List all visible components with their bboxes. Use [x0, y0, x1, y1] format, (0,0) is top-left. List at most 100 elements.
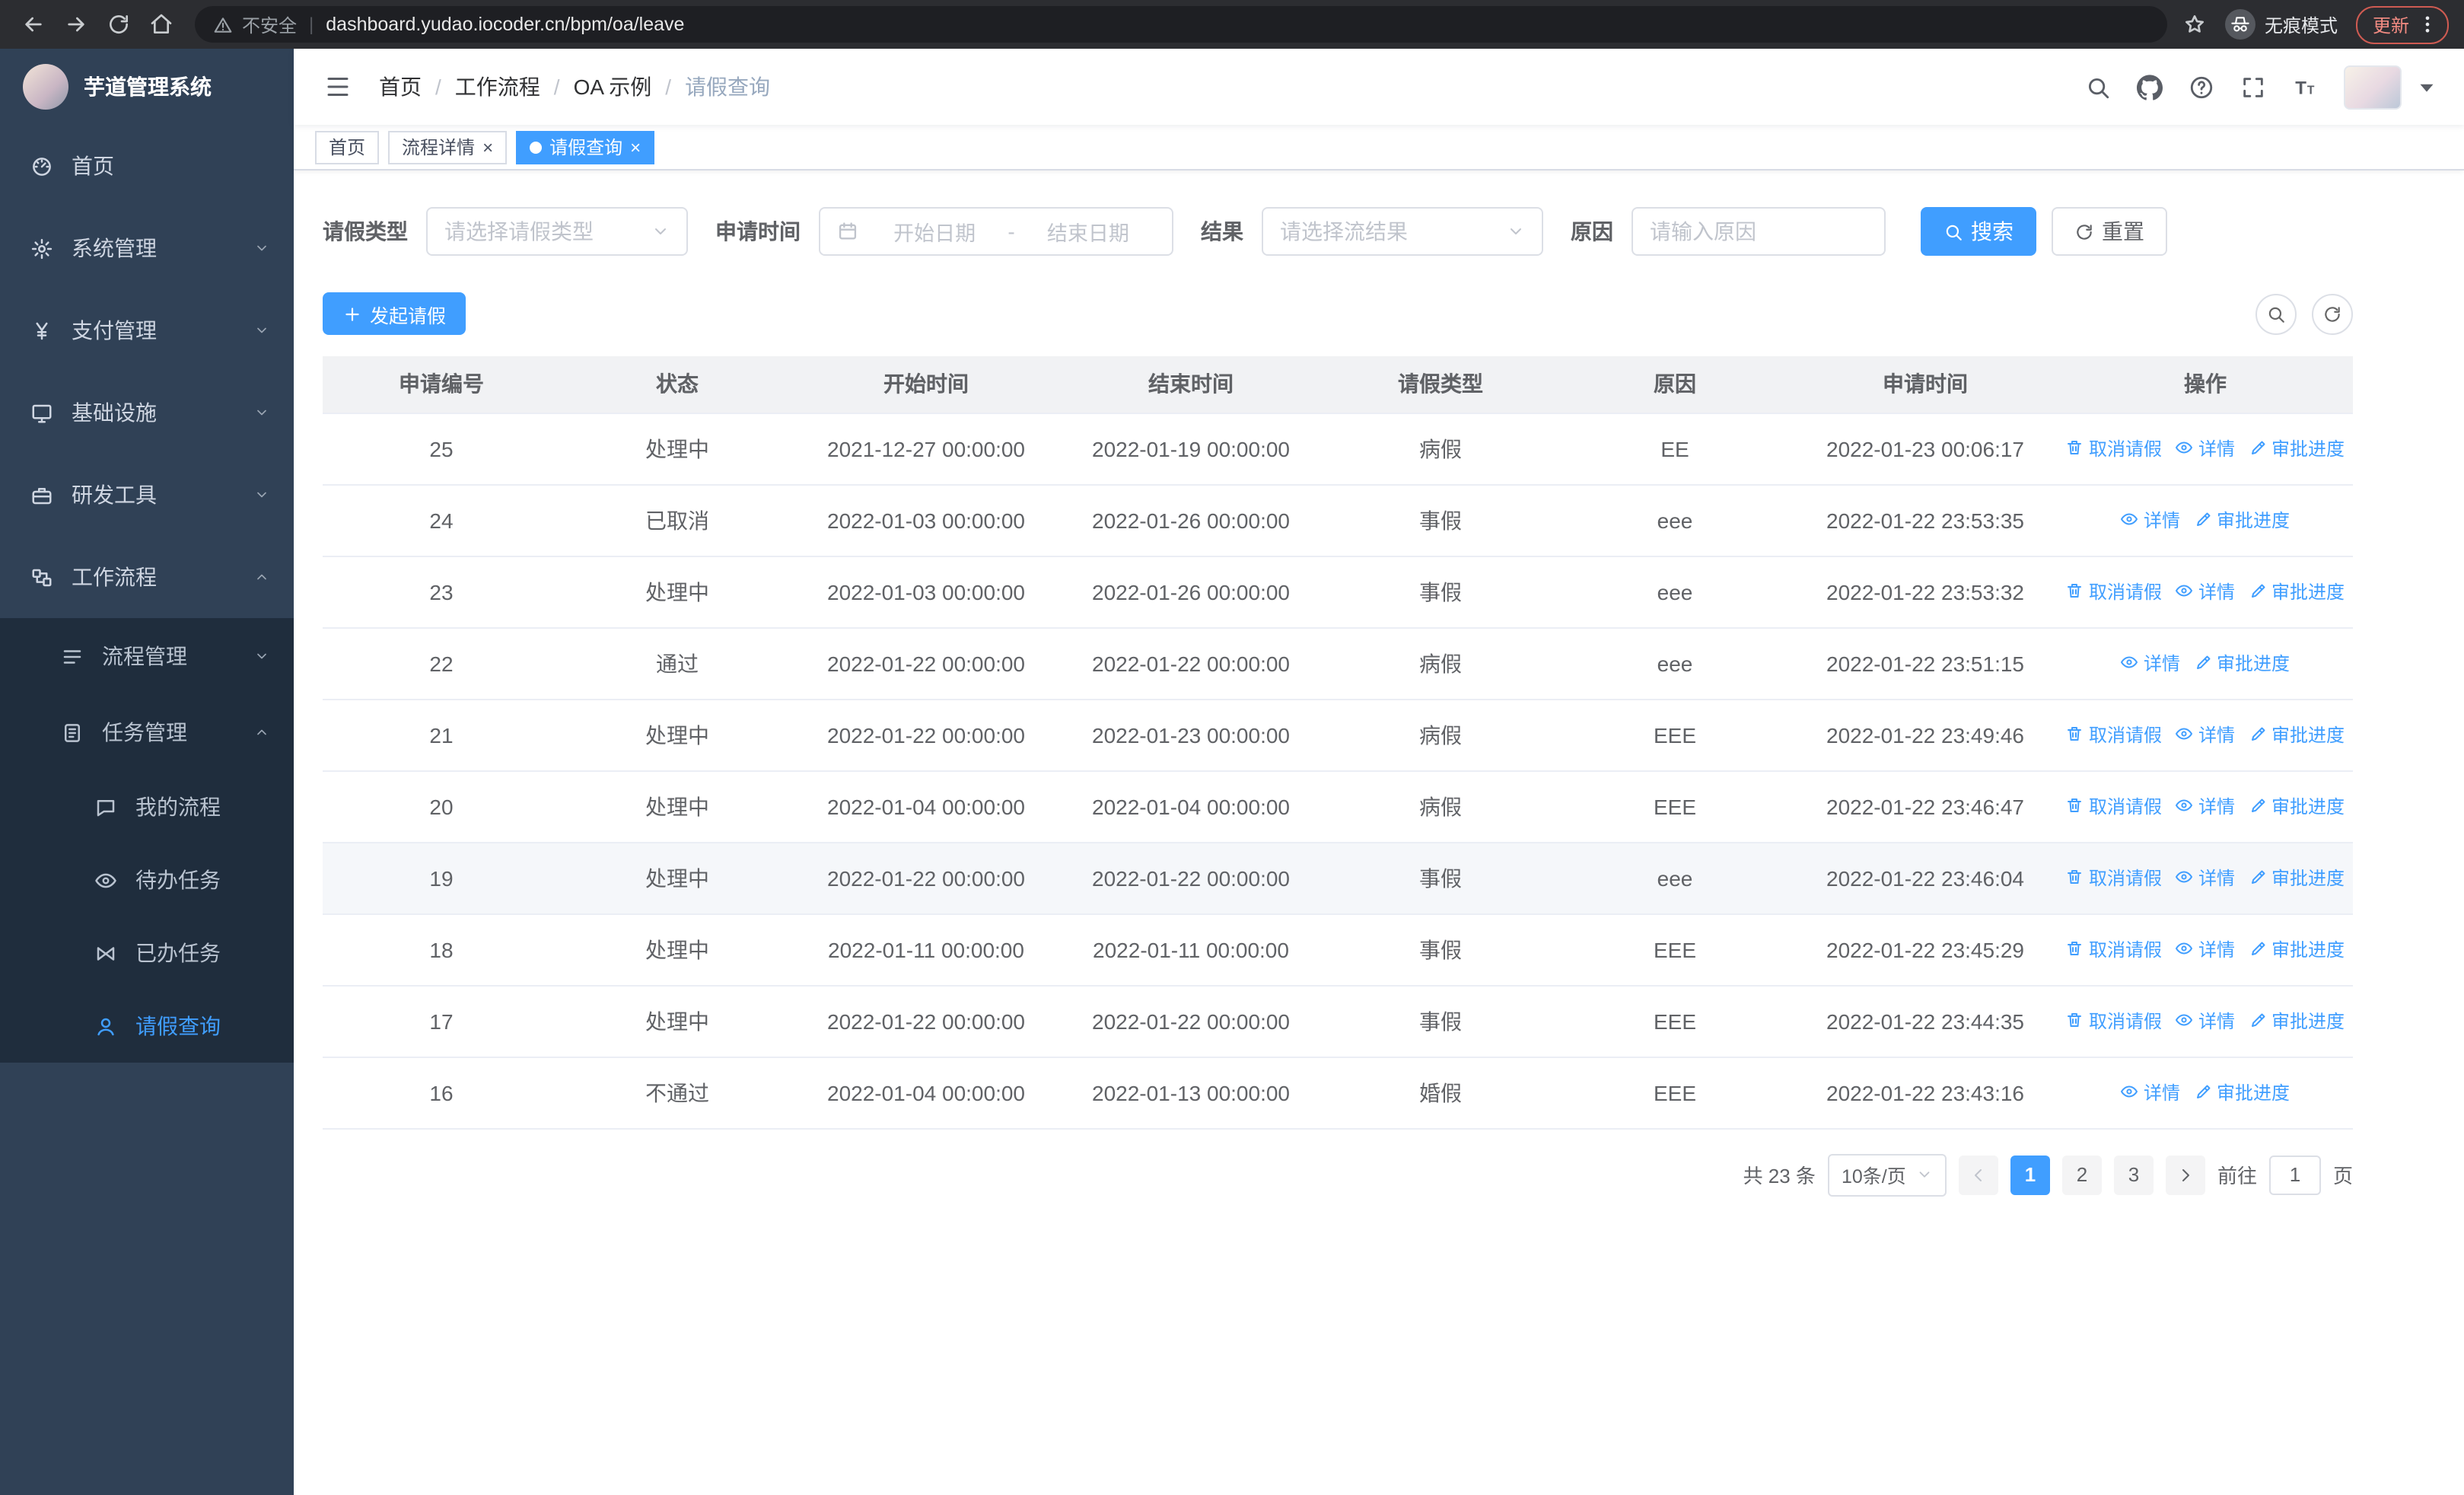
sidebar-item-label: 首页	[72, 154, 114, 178]
action-progress-link[interactable]: 审批进度	[2249, 936, 2345, 962]
browser-back-button[interactable]	[15, 6, 52, 43]
column-header: 开始时间	[794, 356, 1058, 413]
sidebar-item-todo-tasks[interactable]: 待办任务	[0, 843, 294, 916]
page-number-button[interactable]: 1	[2010, 1155, 2050, 1194]
action-progress-link[interactable]: 审批进度	[2249, 865, 2345, 891]
action-cancel-link[interactable]: 取消请假	[2066, 1008, 2162, 1034]
edit-icon	[2194, 654, 2212, 672]
action-detail-link[interactable]: 详情	[2176, 865, 2235, 891]
apply-time-range-picker[interactable]: 开始日期 - 结束日期	[819, 207, 1173, 256]
action-progress-link[interactable]: 审批进度	[2249, 793, 2345, 819]
action-cancel-link[interactable]: 取消请假	[2066, 435, 2162, 461]
result-select[interactable]: 请选择流结果	[1262, 207, 1543, 256]
action-detail-link[interactable]: 详情	[2121, 507, 2180, 533]
action-progress-link[interactable]: 审批进度	[2194, 650, 2290, 676]
sidebar-item-workflow[interactable]: 工作流程	[0, 536, 294, 618]
fullscreen-icon[interactable]	[2240, 74, 2266, 100]
page-number-button[interactable]: 2	[2061, 1155, 2102, 1194]
tab-leave-query[interactable]: 请假查询 ×	[516, 130, 655, 164]
leave-type-label: 请假类型	[323, 219, 408, 244]
action-detail-link[interactable]: 详情	[2176, 722, 2235, 748]
breadcrumb-item: 请假查询	[685, 75, 771, 99]
sidebar-item-done-tasks[interactable]: 已办任务	[0, 916, 294, 990]
sidebar-item-task-management[interactable]: 任务管理	[0, 694, 294, 770]
cell-status: 处理中	[560, 413, 794, 485]
action-detail-link[interactable]: 详情	[2176, 936, 2235, 962]
action-label: 详情	[2143, 1082, 2180, 1104]
breadcrumb-item[interactable]: 工作流程	[455, 72, 540, 102]
action-cancel-link[interactable]: 取消请假	[2066, 936, 2162, 962]
eye-icon	[2121, 1083, 2139, 1101]
browser-home-button[interactable]	[143, 6, 180, 43]
sidebar-item-label: 系统管理	[72, 236, 157, 260]
tab-process-detail[interactable]: 流程详情 ×	[388, 130, 508, 164]
action-cancel-link[interactable]: 取消请假	[2066, 579, 2162, 604]
reason-input[interactable]	[1632, 207, 1886, 256]
menu-dots-icon	[2417, 14, 2438, 35]
sidebar-item-payment[interactable]: 支付管理	[0, 289, 294, 371]
action-progress-link[interactable]: 审批进度	[2249, 435, 2345, 461]
screen: 不安全 | dashboard.yudao.iocoder.cn/bpm/oa/…	[0, 0, 2464, 1495]
sidebar-item-home[interactable]: 首页	[0, 125, 294, 207]
action-detail-link[interactable]: 详情	[2176, 579, 2235, 604]
sidebar-item-infrastructure[interactable]: 基础设施	[0, 371, 294, 454]
tab-close-icon[interactable]: ×	[482, 138, 493, 156]
action-label: 审批进度	[2217, 509, 2291, 531]
sidebar-item-process-management[interactable]: 流程管理	[0, 618, 294, 694]
tab-home[interactable]: 首页	[315, 130, 380, 164]
browser-menu-update-button[interactable]: 更新	[2355, 5, 2449, 43]
reset-button[interactable]: 重置	[2052, 207, 2167, 256]
browser-reload-button[interactable]	[100, 6, 137, 43]
sidebar-item-leave-query[interactable]: 请假查询	[0, 990, 294, 1063]
action-progress-link[interactable]: 审批进度	[2249, 722, 2345, 748]
avatar-caret-icon[interactable]	[2414, 74, 2440, 100]
bookmark-star-icon[interactable]	[2182, 12, 2207, 37]
page-size-select[interactable]: 10条/页	[1827, 1153, 1947, 1196]
prev-page-button[interactable]	[1958, 1155, 1998, 1194]
action-progress-link[interactable]: 审批进度	[2194, 1079, 2290, 1105]
cell-apply-time: 2022-01-22 23:44:35	[1793, 985, 2058, 1057]
sidebar-item-system[interactable]: 系统管理	[0, 207, 294, 289]
goto-page-input[interactable]	[2268, 1155, 2321, 1194]
action-detail-link[interactable]: 详情	[2121, 650, 2180, 676]
action-progress-link[interactable]: 审批进度	[2249, 579, 2345, 604]
cell-end-time: 2022-01-19 00:00:00	[1058, 413, 1324, 485]
cell-end-time: 2022-01-26 00:00:00	[1058, 556, 1324, 628]
process-icon	[61, 645, 84, 668]
action-cancel-link[interactable]: 取消请假	[2066, 793, 2162, 819]
help-icon[interactable]	[2189, 74, 2214, 100]
column-header: 状态	[560, 356, 794, 413]
action-progress-link[interactable]: 审批进度	[2194, 507, 2290, 533]
browser-forward-button[interactable]	[58, 6, 94, 43]
sidebar-item-dev-tools[interactable]: 研发工具	[0, 454, 294, 536]
action-detail-link[interactable]: 详情	[2176, 793, 2235, 819]
header-search-icon[interactable]	[2085, 74, 2111, 100]
cell-reason: EEE	[1557, 770, 1793, 843]
tab-close-icon[interactable]: ×	[630, 138, 641, 156]
github-icon[interactable]	[2137, 74, 2163, 100]
search-button[interactable]: 搜索	[1921, 207, 2036, 256]
leave-type-select[interactable]: 请选择请假类型	[426, 207, 688, 256]
action-cancel-link[interactable]: 取消请假	[2066, 722, 2162, 748]
sidebar-item-my-process[interactable]: 我的流程	[0, 770, 294, 843]
action-detail-link[interactable]: 详情	[2176, 435, 2235, 461]
create-leave-button[interactable]: 发起请假	[323, 292, 466, 335]
page-number-button[interactable]: 3	[2113, 1155, 2154, 1194]
action-detail-link[interactable]: 详情	[2176, 1008, 2235, 1034]
action-cancel-link[interactable]: 取消请假	[2066, 865, 2162, 891]
breadcrumb-item[interactable]: 首页	[379, 72, 422, 102]
eye-icon	[94, 869, 117, 891]
next-page-button[interactable]	[2165, 1155, 2205, 1194]
font-size-icon[interactable]: TT	[2292, 74, 2318, 100]
breadcrumb-item[interactable]: OA 示例	[574, 72, 652, 102]
action-progress-link[interactable]: 审批进度	[2249, 1008, 2345, 1034]
chevron-down-icon	[254, 649, 269, 664]
user-avatar[interactable]	[2344, 65, 2402, 109]
cell-apply-id: 20	[323, 770, 560, 843]
sidebar-collapse-button[interactable]	[324, 73, 352, 100]
action-detail-link[interactable]: 详情	[2121, 1079, 2180, 1105]
toggle-search-button[interactable]	[2255, 293, 2297, 334]
refresh-table-button[interactable]	[2312, 293, 2353, 334]
address-bar[interactable]: 不安全 | dashboard.yudao.iocoder.cn/bpm/oa/…	[195, 6, 2167, 43]
result-label: 结果	[1201, 219, 1243, 244]
